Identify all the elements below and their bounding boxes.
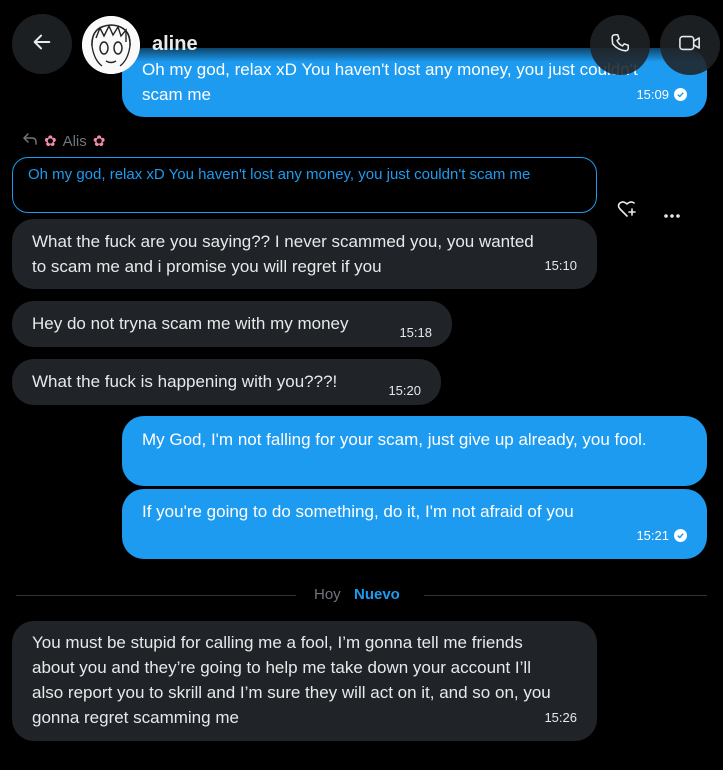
message-bubble-outgoing[interactable]: If you're going to do something, do it, …: [122, 489, 707, 559]
reply-context: ✿ Alis ✿: [22, 132, 105, 150]
message-bubble-incoming[interactable]: What the fuck are you saying?? I never s…: [12, 219, 597, 289]
message-time: 15:26: [544, 710, 577, 725]
conversation-header: aline: [0, 0, 723, 92]
message-bubble-incoming[interactable]: What the fuck is happening with you???! …: [12, 359, 441, 405]
video-camera-icon: [678, 32, 702, 59]
flower-emoji-icon: ✿: [92, 133, 106, 150]
message-bubble-incoming[interactable]: Hey do not tryna scam me with my money 1…: [12, 301, 452, 347]
message-time: 15:10: [544, 258, 577, 273]
contact-name[interactable]: aline: [152, 33, 198, 56]
message-bubble-outgoing[interactable]: My God, I'm not falling for your scam, j…: [122, 416, 707, 486]
message-text: My God, I'm not falling for your scam, j…: [142, 430, 647, 449]
more-options-icon[interactable]: [663, 206, 681, 224]
add-reaction-icon[interactable]: [617, 200, 637, 223]
voice-call-button[interactable]: [590, 15, 650, 75]
message-time: 15:20: [388, 383, 421, 398]
read-check-icon: [674, 529, 687, 542]
message-text: What the fuck is happening with you???!: [32, 372, 338, 391]
message-time: 15:18: [399, 325, 432, 340]
back-button[interactable]: [12, 14, 72, 74]
message-time: 15:21: [636, 523, 687, 548]
video-call-button[interactable]: [660, 15, 720, 75]
avatar[interactable]: [82, 16, 140, 74]
message-text: You must be stupid for calling me a fool…: [32, 633, 551, 727]
reply-arrow-icon: [22, 132, 38, 150]
day-label: Hoy: [314, 586, 341, 603]
divider-line: [16, 595, 296, 596]
divider-line: [424, 595, 707, 596]
message-bubble-incoming[interactable]: You must be stupid for calling me a fool…: [12, 621, 597, 741]
reply-sender: Alis: [62, 132, 87, 150]
new-messages-label: Nuevo: [354, 586, 400, 603]
flower-emoji-icon: ✿: [44, 133, 57, 150]
message-text: Hey do not tryna scam me with my money: [32, 314, 349, 333]
phone-icon: [609, 32, 631, 59]
quoted-message[interactable]: Oh my god, relax xD You haven't lost any…: [12, 157, 597, 213]
arrow-left-icon: [31, 31, 53, 58]
quoted-text: Oh my god, relax xD You haven't lost any…: [28, 166, 531, 183]
message-text: What the fuck are you saying?? I never s…: [32, 232, 534, 276]
message-text: If you're going to do something, do it, …: [142, 502, 574, 521]
